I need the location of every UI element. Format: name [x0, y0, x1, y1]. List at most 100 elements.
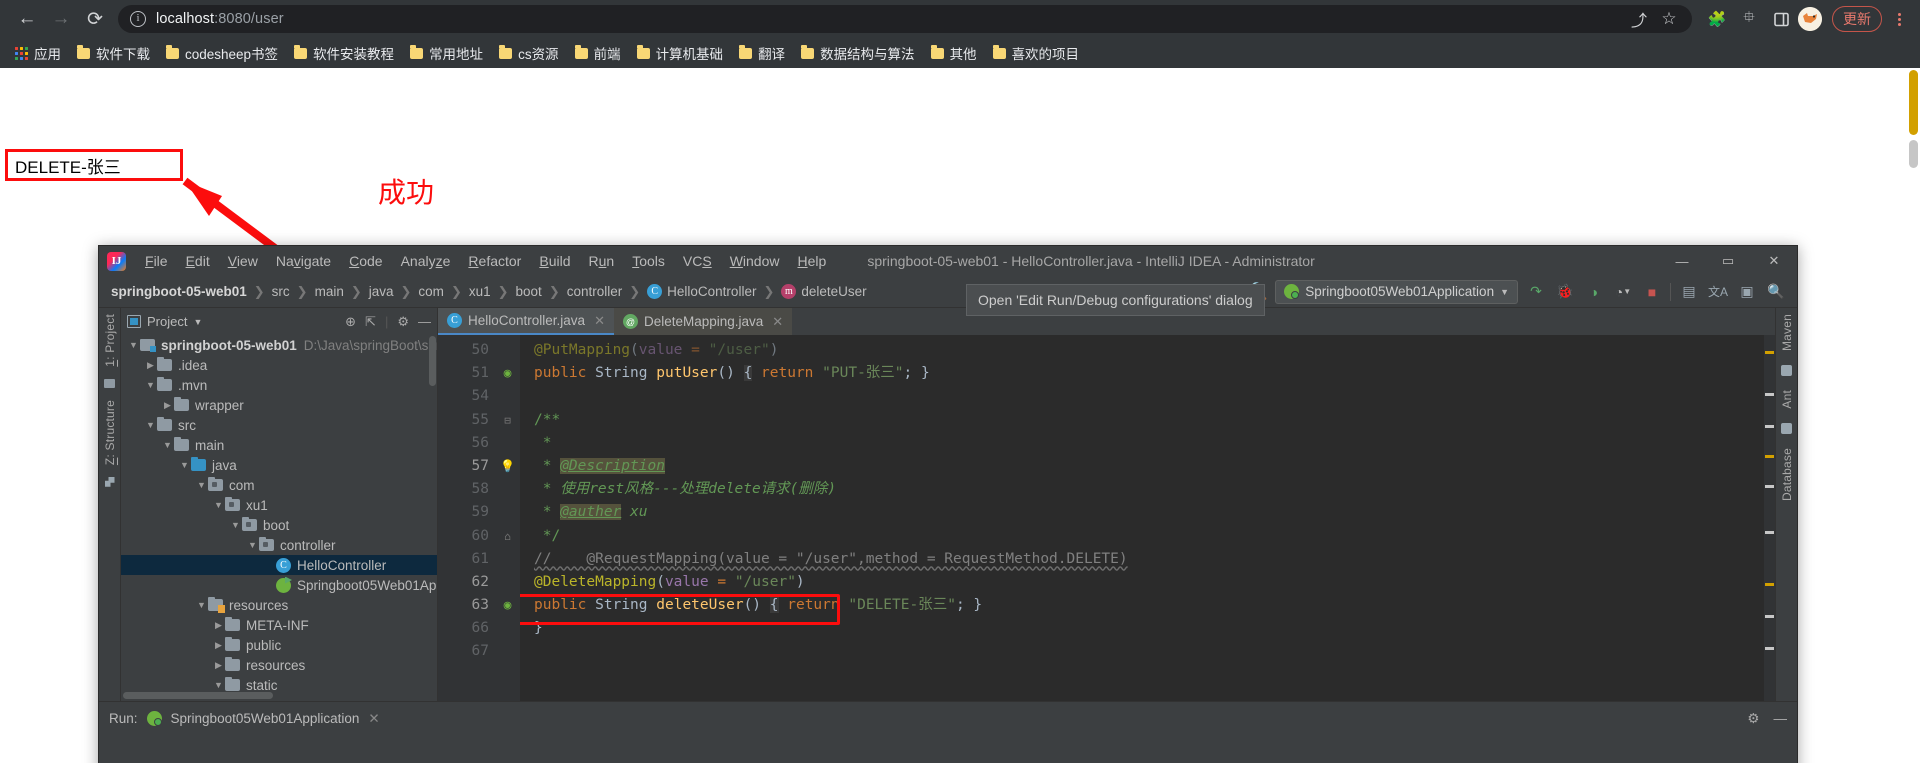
- menu-build[interactable]: Build: [530, 250, 579, 272]
- maximize-button[interactable]: ▭: [1705, 246, 1751, 276]
- tree-node-wrapper[interactable]: ▶ wrapper: [121, 395, 437, 415]
- breadcrumb-src[interactable]: src: [270, 282, 292, 301]
- tool-button-project[interactable]: 1: Project: [103, 314, 117, 367]
- run-tab-label[interactable]: Springboot05Web01Application: [171, 711, 360, 726]
- back-button[interactable]: ←: [10, 2, 44, 36]
- bookmark-item[interactable]: 软件安装教程: [287, 40, 401, 66]
- page-scrollbar-thumb[interactable]: [1909, 70, 1918, 135]
- twisty-expanded-icon[interactable]: ▼: [229, 520, 242, 530]
- debug-icon[interactable]: 🐞: [1554, 281, 1576, 303]
- breadcrumb-java[interactable]: java: [367, 282, 396, 301]
- address-bar[interactable]: i localhost:8080/user ⤴ ☆: [118, 5, 1692, 33]
- bookmark-item[interactable]: 计算机基础: [630, 40, 731, 66]
- menu-code[interactable]: Code: [340, 250, 391, 272]
- tree-vertical-scrollbar[interactable]: [429, 336, 436, 386]
- bookmark-apps[interactable]: 应用: [8, 40, 68, 66]
- menu-view[interactable]: View: [219, 250, 267, 272]
- twisty-expanded-icon[interactable]: ▼: [161, 440, 174, 450]
- menu-run[interactable]: Run: [579, 250, 623, 272]
- bookmark-item[interactable]: 翻译: [732, 40, 792, 66]
- menu-vcs[interactable]: VCS: [674, 250, 721, 272]
- breadcrumb-method[interactable]: m deleteUser: [779, 282, 868, 301]
- close-icon[interactable]: ✕: [772, 314, 783, 330]
- twisty-expanded-icon[interactable]: ▼: [144, 420, 157, 430]
- menu-navigate[interactable]: Navigate: [267, 250, 340, 272]
- tab-hellocontroller[interactable]: C HelloController.java ✕: [438, 308, 614, 335]
- twisty-expanded-icon[interactable]: ▼: [246, 540, 259, 550]
- settings-gear-icon[interactable]: ⚙: [1747, 711, 1759, 727]
- side-panel-icon[interactable]: [1766, 4, 1796, 34]
- breadcrumb-project[interactable]: springboot-05-web01: [109, 282, 249, 301]
- close-icon[interactable]: ✕: [594, 313, 605, 329]
- spring-bean-gutter-icon[interactable]: ◉: [495, 362, 520, 385]
- menu-tools[interactable]: Tools: [623, 250, 674, 272]
- twisty-collapsed-icon[interactable]: ▶: [161, 400, 174, 411]
- tree-horizontal-scrollbar[interactable]: [123, 692, 273, 699]
- share-icon[interactable]: ⤴: [1626, 6, 1652, 32]
- hide-panel-icon[interactable]: —: [418, 314, 431, 329]
- bookmark-item[interactable]: 喜欢的项目: [986, 40, 1087, 66]
- tree-node-resources[interactable]: ▶ resources: [121, 655, 437, 675]
- spring-bean-gutter-icon[interactable]: ◉: [495, 594, 520, 617]
- stop-icon[interactable]: ■: [1641, 281, 1663, 303]
- twisty-expanded-icon[interactable]: ▼: [144, 380, 157, 390]
- close-button[interactable]: ✕: [1751, 246, 1797, 276]
- menu-analyze[interactable]: Analyze: [392, 250, 460, 272]
- locate-icon[interactable]: ⊕: [345, 314, 356, 330]
- twisty-collapsed-icon[interactable]: ▶: [144, 360, 157, 371]
- twisty-expanded-icon[interactable]: ▼: [212, 500, 225, 510]
- bookmark-star-icon[interactable]: ☆: [1656, 6, 1682, 32]
- tree-node-hellocontroller[interactable]: C HelloController: [121, 555, 437, 575]
- twisty-expanded-icon[interactable]: ▼: [212, 680, 225, 690]
- project-file-tree[interactable]: ▼ springboot-05-web01 D:\Java\springBoot\s…: [121, 335, 437, 701]
- twisty-expanded-icon[interactable]: ▼: [127, 340, 140, 350]
- code-editor[interactable]: 50 51 54 55 56 57 58 59 60 61 62 63 66 67 ◉ ⊟ 💡 ⌂ ◉ @PutM…: [438, 335, 1775, 701]
- extensions-puzzle-icon[interactable]: 🧩: [1702, 4, 1732, 34]
- hide-panel-icon[interactable]: —: [1774, 711, 1788, 726]
- tree-node-springboot-05-web01[interactable]: ▼ springboot-05-web01 D:\Java\springBoot\s…: [121, 335, 437, 355]
- tree-node-meta-inf[interactable]: ▶ META-INF: [121, 615, 437, 635]
- tool-button-structure[interactable]: Z: Structure: [103, 400, 117, 465]
- run-with-coverage-icon[interactable]: ◑: [1583, 281, 1605, 303]
- bookmark-item[interactable]: 前端: [568, 40, 628, 66]
- tree-node--idea[interactable]: ▶ .idea: [121, 355, 437, 375]
- twisty-collapsed-icon[interactable]: ▶: [212, 660, 225, 671]
- breadcrumb-main[interactable]: main: [313, 282, 346, 301]
- tool-button-ant[interactable]: Ant: [1780, 390, 1794, 409]
- update-project-icon[interactable]: ▤: [1678, 281, 1700, 303]
- tree-node-controller[interactable]: ▼ controller: [121, 535, 437, 555]
- chrome-menu-icon[interactable]: [1888, 12, 1910, 26]
- profiler-icon[interactable]: ◔ ▼: [1612, 281, 1634, 303]
- reload-button[interactable]: ⟳: [78, 2, 112, 36]
- twisty-expanded-icon[interactable]: ▼: [178, 460, 191, 470]
- media-playlist-icon[interactable]: ⯐: [1734, 4, 1764, 34]
- twisty-expanded-icon[interactable]: ▼: [195, 480, 208, 490]
- tool-button-maven[interactable]: Maven: [1780, 314, 1794, 351]
- bookmark-item[interactable]: 其他: [924, 40, 984, 66]
- menu-refactor[interactable]: Refactor: [459, 250, 530, 272]
- tree-node-boot[interactable]: ▼ boot: [121, 515, 437, 535]
- run-configuration-selector[interactable]: Springboot05Web01Application ▼: [1275, 279, 1518, 304]
- bookmark-item[interactable]: codesheep书签: [159, 40, 285, 66]
- tree-node-com[interactable]: ▼ com: [121, 475, 437, 495]
- tree-node-xu1[interactable]: ▼ xu1: [121, 495, 437, 515]
- profile-avatar[interactable]: [1798, 7, 1822, 31]
- breadcrumb-class[interactable]: C HelloController: [645, 282, 758, 301]
- menu-window[interactable]: Window: [721, 250, 789, 272]
- run-tool-window-label[interactable]: Run:: [109, 711, 138, 726]
- forward-button[interactable]: →: [44, 2, 78, 36]
- tree-node-main[interactable]: ▼ main: [121, 435, 437, 455]
- intention-bulb-icon[interactable]: 💡: [495, 455, 520, 478]
- minimize-button[interactable]: —: [1659, 246, 1705, 276]
- breadcrumb-boot[interactable]: boot: [514, 282, 544, 301]
- bookmark-item[interactable]: 常用地址: [403, 40, 490, 66]
- search-everywhere-icon[interactable]: 🔍: [1765, 281, 1787, 303]
- tree-node--mvn[interactable]: ▼ .mvn: [121, 375, 437, 395]
- code-folding-gutter[interactable]: ◉ ⊟ 💡 ⌂ ◉: [495, 335, 520, 701]
- tree-node-java[interactable]: ▼ java: [121, 455, 437, 475]
- collapse-all-icon[interactable]: ⇱: [365, 314, 376, 330]
- twisty-collapsed-icon[interactable]: ▶: [212, 640, 225, 651]
- site-info-icon[interactable]: i: [130, 11, 146, 27]
- breadcrumb-xu1[interactable]: xu1: [467, 282, 493, 301]
- menu-help[interactable]: Help: [789, 250, 836, 272]
